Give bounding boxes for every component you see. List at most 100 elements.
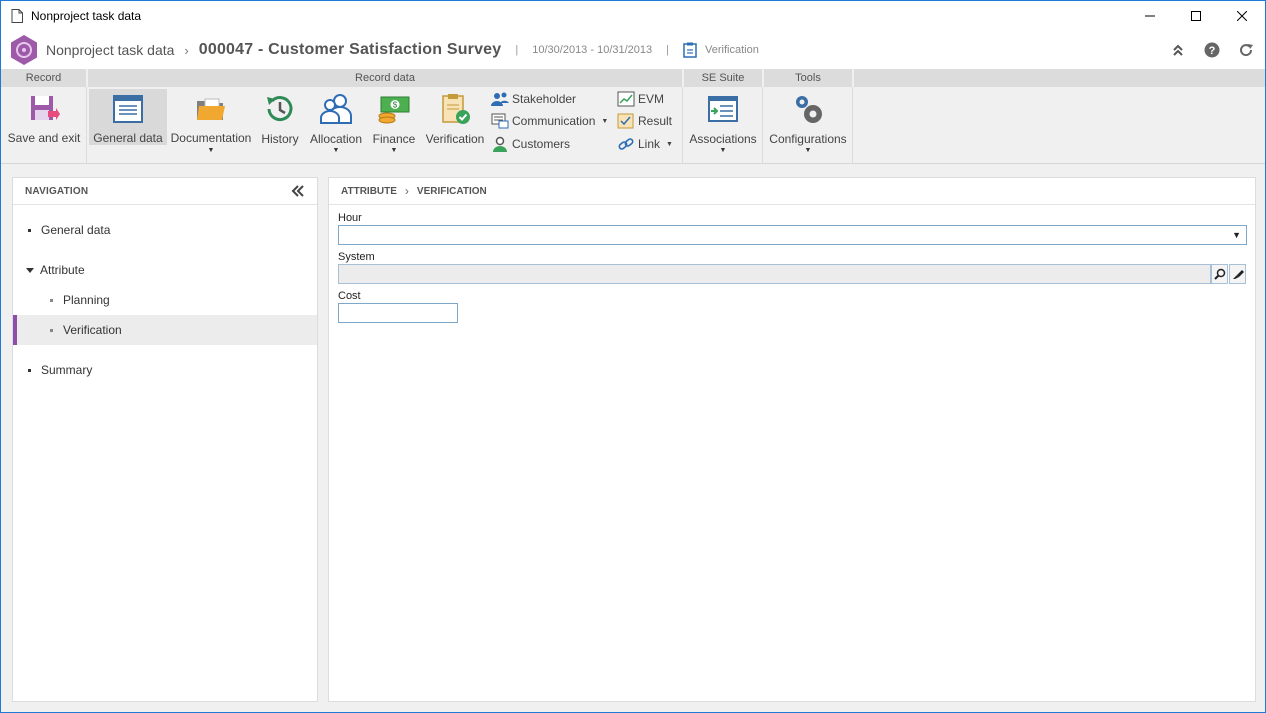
bullet-icon [50,298,53,302]
divider: | [515,44,519,56]
minimize-button[interactable] [1127,1,1173,31]
allocation-button[interactable]: Allocation ▼ [309,89,363,154]
finance-label: Finance [372,132,416,146]
associations-button[interactable]: Associations ▼ [687,89,759,154]
result-label: Result [638,114,673,128]
refresh-button[interactable] [1237,41,1255,59]
general-data-label: General data [93,131,163,145]
record-header: Nonproject task data › 000047 - Customer… [1,31,1265,69]
group-se-suite-header: SE Suite [684,69,762,87]
nav-item-label: Verification [63,323,122,337]
save-and-exit-label: Save and exit [7,131,81,145]
header-actions: ? [1169,31,1255,69]
history-button[interactable]: History [257,89,303,146]
dropdown-caret-icon: ▼ [332,147,340,154]
dropdown-caret-icon: ▼ [804,147,812,154]
system-search-button[interactable] [1211,264,1228,284]
title-bar: Nonproject task data [1,1,1265,31]
configurations-button[interactable]: Configurations ▼ [768,89,848,154]
expand-triangle-icon [26,267,34,273]
collapse-header-button[interactable] [1169,41,1187,59]
hour-select[interactable]: ▼ [338,225,1247,245]
form-window-icon [113,94,143,123]
nav-item-summary[interactable]: Summary [13,355,317,385]
navigation-panel: NAVIGATION General data Attribute Planni… [12,177,318,702]
hour-label: Hour [338,212,362,224]
customers-icon [493,136,507,152]
documentation-label: Documentation [170,131,252,145]
double-chevron-left-icon[interactable] [291,185,305,197]
ribbon-group-headers: Record Record data SE Suite Tools [1,69,1265,87]
dropdown-caret-icon: ▼ [207,147,215,154]
group-divider [852,87,853,163]
link-button[interactable]: Link ▼ [617,134,673,154]
stakeholder-label: Stakeholder [512,92,577,106]
stakeholder-button[interactable]: Stakeholder [491,89,576,109]
group-divider [762,87,763,163]
customers-label: Customers [512,137,571,151]
dropdown-caret-icon: ▼ [390,147,398,154]
stakeholder-icon [491,92,509,106]
double-chevron-up-icon [1173,44,1183,56]
chevron-right-icon: › [404,184,409,198]
history-label: History [261,132,299,146]
section-breadcrumb-current: VERIFICATION [416,185,487,197]
maximize-button[interactable] [1173,1,1219,31]
record-title: 000047 - Customer Satisfaction Survey [198,41,502,58]
verification-button[interactable]: Verification [425,89,485,146]
cost-input[interactable] [338,303,458,323]
divider: | [666,44,669,56]
result-button[interactable]: Result [617,111,672,131]
window-title: Nonproject task data [31,9,142,23]
group-divider [86,87,87,163]
link-icon [618,138,634,150]
help-icon: ? [1204,42,1220,58]
bullet-icon [28,228,31,232]
evm-chart-icon [617,91,635,107]
allocation-label: Allocation [309,132,363,146]
nav-item-planning[interactable]: Planning [13,285,317,315]
nav-item-label: Summary [41,363,93,377]
communication-label: Communication [512,114,596,128]
nav-item-label: Attribute [40,263,85,277]
finance-button[interactable]: $ Finance ▼ [369,89,419,154]
breadcrumb-root[interactable]: Nonproject task data [46,42,174,58]
nav-item-label: Planning [63,293,110,307]
configurations-label: Configurations [769,132,847,146]
general-data-button[interactable]: General data [89,89,167,145]
document-icon [11,9,23,23]
dropdown-caret-icon: ▼ [719,147,727,154]
communication-icon [491,113,509,129]
main-panel: ATTRIBUTE › VERIFICATION Hour ▼ System C… [328,177,1256,702]
system-clear-button[interactable] [1229,264,1246,284]
evm-button[interactable]: EVM [617,89,664,109]
group-divider [682,87,683,163]
group-record-data-header: Record data [88,69,682,87]
section-breadcrumb: ATTRIBUTE › VERIFICATION [329,178,1255,205]
customers-button[interactable]: Customers [491,134,570,154]
svg-text:?: ? [1209,45,1216,57]
nav-item-verification[interactable]: Verification [13,315,317,345]
maximize-icon [1191,11,1201,21]
eraser-icon [1232,270,1244,279]
users-icon [320,94,352,124]
save-and-exit-button[interactable]: Save and exit [5,89,83,145]
clipboard-icon [683,42,697,58]
evm-label: EVM [638,92,665,106]
dropdown-caret-icon: ▼ [601,117,609,125]
bullet-icon [50,328,53,332]
nav-item-attribute[interactable]: Attribute [13,255,317,285]
money-icon: $ [378,96,410,124]
associations-label: Associations [689,132,757,146]
help-button[interactable]: ? [1203,41,1221,59]
documentation-button[interactable]: Documentation ▼ [170,89,252,154]
communication-button[interactable]: Communication ▼ [491,111,608,131]
system-label: System [338,251,375,263]
result-icon [617,113,634,129]
status-label: Verification [705,44,759,56]
app-window: Nonproject task data Nonproject task dat… [0,0,1266,713]
verification-label: Verification [425,132,485,146]
system-field[interactable] [338,264,1211,284]
close-button[interactable] [1219,1,1265,31]
nav-item-general-data[interactable]: General data [13,215,317,245]
